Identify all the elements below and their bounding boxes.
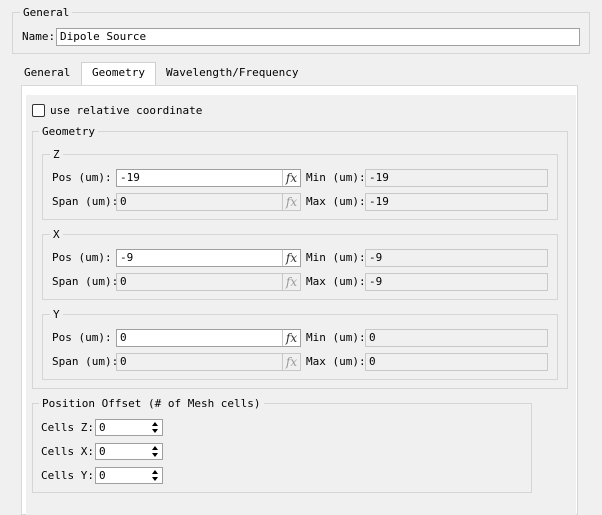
y-pos-input[interactable]: 0 fx bbox=[116, 329, 301, 347]
tab-geometry[interactable]: Geometry bbox=[81, 62, 156, 86]
x-max-label: Max (um): bbox=[306, 275, 366, 288]
x-span-fx-icon[interactable]: fx bbox=[282, 274, 300, 290]
x-min-label: Min (um): bbox=[306, 251, 366, 264]
z-span-input[interactable]: 0 fx bbox=[116, 193, 301, 211]
z-pos-input[interactable]: -19 fx bbox=[116, 169, 301, 187]
z-axis-title: Z bbox=[50, 148, 63, 161]
z-span-fx-icon[interactable]: fx bbox=[282, 194, 300, 210]
tab-wavelength-frequency[interactable]: Wavelength/Frequency bbox=[156, 63, 308, 85]
z-min-field: -19 bbox=[365, 169, 548, 187]
spin-up-icon[interactable] bbox=[152, 446, 158, 450]
y-pos-fx-icon[interactable]: fx bbox=[282, 330, 300, 346]
x-axis-title: X bbox=[50, 228, 63, 241]
spin-down-icon[interactable] bbox=[152, 429, 158, 433]
x-span-input[interactable]: 0 fx bbox=[116, 273, 301, 291]
y-span-value: 0 bbox=[120, 355, 127, 368]
x-span-label: Span (um): bbox=[52, 275, 119, 288]
z-min-label: Min (um): bbox=[306, 171, 366, 184]
spin-down-icon[interactable] bbox=[152, 453, 158, 457]
y-min-label: Min (um): bbox=[306, 331, 366, 344]
y-min-field: 0 bbox=[365, 329, 548, 347]
name-label: Name: bbox=[22, 30, 56, 43]
geometry-group-title: Geometry bbox=[39, 125, 98, 138]
y-pos-label: Pos (um): bbox=[52, 331, 112, 344]
relative-coordinate-label: use relative coordinate bbox=[50, 104, 203, 117]
spin-up-icon[interactable] bbox=[152, 470, 158, 474]
cells-z-value: 0 bbox=[99, 421, 106, 434]
position-offset-title: Position Offset (# of Mesh cells) bbox=[39, 397, 264, 410]
cells-z-stepper[interactable] bbox=[149, 420, 162, 435]
spin-down-icon[interactable] bbox=[152, 477, 158, 481]
spin-up-icon[interactable] bbox=[152, 422, 158, 426]
y-max-field: 0 bbox=[365, 353, 548, 371]
name-input[interactable]: Dipole Source bbox=[56, 28, 580, 46]
cells-y-label: Cells Y: bbox=[41, 469, 94, 482]
z-max-label: Max (um): bbox=[306, 195, 366, 208]
cells-z-label: Cells Z: bbox=[41, 421, 94, 434]
cells-x-stepper[interactable] bbox=[149, 444, 162, 459]
z-pos-value: -19 bbox=[120, 171, 140, 184]
x-pos-label: Pos (um): bbox=[52, 251, 112, 264]
cells-y-spinbox[interactable]: 0 bbox=[95, 467, 163, 484]
cells-x-value: 0 bbox=[99, 445, 106, 458]
tab-general[interactable]: General bbox=[14, 63, 80, 85]
cells-y-value: 0 bbox=[99, 469, 106, 482]
x-pos-value: -9 bbox=[120, 251, 134, 264]
y-span-label: Span (um): bbox=[52, 355, 119, 368]
cells-x-spinbox[interactable]: 0 bbox=[95, 443, 163, 460]
cells-y-stepper[interactable] bbox=[149, 468, 162, 483]
cells-x-label: Cells X: bbox=[41, 445, 94, 458]
y-pos-value: 0 bbox=[120, 331, 127, 344]
y-axis-title: Y bbox=[50, 308, 63, 321]
z-pos-fx-icon[interactable]: fx bbox=[282, 170, 300, 186]
y-span-input[interactable]: 0 fx bbox=[116, 353, 301, 371]
cells-z-spinbox[interactable]: 0 bbox=[95, 419, 163, 436]
x-max-field: -9 bbox=[365, 273, 548, 291]
z-max-field: -19 bbox=[365, 193, 548, 211]
x-span-value: 0 bbox=[120, 275, 127, 288]
z-span-value: 0 bbox=[120, 195, 127, 208]
general-group-title: General bbox=[20, 6, 73, 19]
z-span-label: Span (um): bbox=[52, 195, 119, 208]
y-span-fx-icon[interactable]: fx bbox=[282, 354, 300, 370]
x-pos-fx-icon[interactable]: fx bbox=[282, 250, 300, 266]
x-pos-input[interactable]: -9 fx bbox=[116, 249, 301, 267]
x-min-field: -9 bbox=[365, 249, 548, 267]
y-max-label: Max (um): bbox=[306, 355, 366, 368]
relative-coordinate-checkbox[interactable] bbox=[32, 104, 45, 117]
z-pos-label: Pos (um): bbox=[52, 171, 112, 184]
